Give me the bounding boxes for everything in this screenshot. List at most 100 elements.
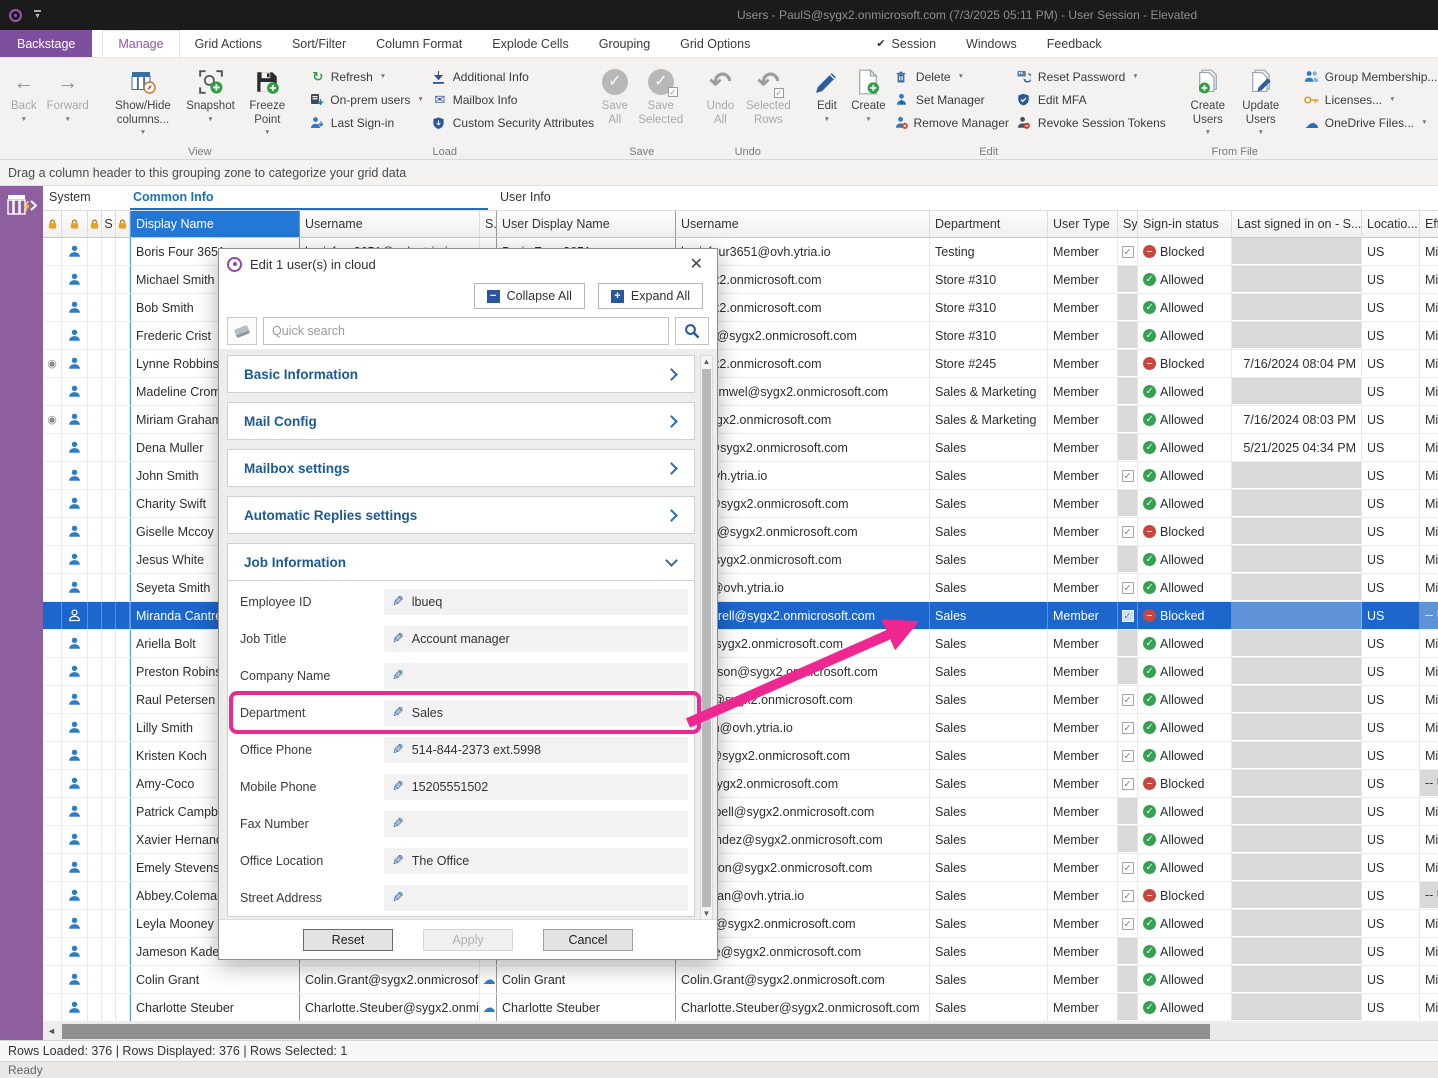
section-basic-information[interactable]: Basic Information: [227, 355, 695, 393]
column-header-location[interactable]: Locatio...: [1362, 211, 1420, 237]
band-system[interactable]: System: [49, 190, 91, 204]
column-header-sflag[interactable]: S...: [480, 211, 497, 237]
scrollbar-thumb[interactable]: [62, 1024, 1210, 1039]
column-header-display[interactable]: Display Name: [130, 211, 300, 237]
close-icon[interactable]: ✕: [684, 254, 709, 274]
tab-session[interactable]: ✔Session: [861, 30, 951, 57]
tab-manage[interactable]: Manage: [102, 30, 179, 57]
column-header-username[interactable]: Username: [300, 211, 480, 237]
on-prem-users-button[interactable]: On-prem users▼: [306, 88, 428, 111]
expand-all-button[interactable]: +Expand All: [598, 283, 703, 309]
column-header-system[interactable]: [43, 211, 62, 237]
column-header-system[interactable]: S: [102, 211, 116, 237]
column-header-effective[interactable]: Effe...: [1420, 211, 1438, 237]
collapse-all-button[interactable]: −Collapse All: [474, 283, 585, 309]
field-value[interactable]: ✎: [384, 811, 688, 837]
cell-text: Giselle Mccoy: [136, 525, 214, 539]
custom-security-attributes-button[interactable]: Custom Security Attributes: [428, 111, 598, 134]
tab-feedback[interactable]: Feedback: [1032, 30, 1117, 57]
grouping-zone[interactable]: Drag a column header to this grouping zo…: [0, 160, 1438, 186]
column-header-signin[interactable]: Sign-in status: [1138, 211, 1232, 237]
onedrive-files-button[interactable]: ☁OneDrive Files...▼: [1300, 111, 1438, 134]
field-value[interactable]: ✎Account manager: [384, 626, 688, 652]
dialog-scroll-thumb[interactable]: [702, 369, 711, 907]
refresh-button[interactable]: ↻Refresh▼: [306, 65, 428, 88]
cancel-button[interactable]: Cancel: [543, 929, 633, 951]
dialog-scrollbar[interactable]: ▲ ▼: [700, 355, 713, 919]
column-header-system[interactable]: [116, 211, 130, 237]
reset-password-button[interactable]: **Reset Password▼: [1013, 65, 1170, 88]
delete-button[interactable]: Delete▼: [891, 65, 1013, 88]
tab-column-format[interactable]: Column Format: [361, 30, 477, 57]
save-selected-button[interactable]: ✓✓ Save Selected: [634, 62, 688, 127]
quick-access-dropdown-icon[interactable]: ▼: [34, 10, 41, 20]
last-sign-in-button[interactable]: Last Sign-in: [306, 111, 428, 134]
scroll-up-icon[interactable]: ▲: [703, 356, 711, 368]
column-header-user-display[interactable]: User Display Name: [497, 211, 676, 237]
snapshot-button[interactable]: Snapshot▼: [180, 62, 241, 123]
edit-button[interactable]: Edit▼: [808, 62, 846, 123]
column-header-department[interactable]: Department: [930, 211, 1048, 237]
field-value[interactable]: ✎lbueq: [384, 589, 688, 615]
create-button[interactable]: Create▼: [846, 62, 891, 123]
tab-backstage[interactable]: Backstage: [0, 30, 92, 57]
quick-search-input[interactable]: [263, 317, 669, 345]
field-value[interactable]: ✎514-844-2373 ext.5998: [384, 737, 688, 763]
tab-windows[interactable]: Windows: [951, 30, 1032, 57]
section-job-information[interactable]: Job Information: [227, 543, 695, 581]
field-value[interactable]: ✎15205551502: [384, 774, 688, 800]
field-value[interactable]: ✎Sales: [384, 700, 688, 726]
show-hide-columns-button[interactable]: Show/Hide columns...▼: [106, 62, 180, 137]
save-all-button[interactable]: ✓ Save All: [596, 62, 634, 127]
scroll-left-icon[interactable]: ◄: [43, 1023, 60, 1040]
column-header-system[interactable]: [88, 211, 102, 237]
cell-last-signin: [1232, 770, 1362, 797]
column-header-sync[interactable]: Sy...: [1118, 211, 1138, 237]
field-value[interactable]: ✎The Office: [384, 848, 688, 874]
scroll-down-icon[interactable]: ▼: [703, 908, 711, 919]
reset-button[interactable]: Reset: [303, 929, 393, 951]
band-common-info[interactable]: Common Info: [130, 186, 488, 210]
section-mailbox-settings[interactable]: Mailbox settings: [227, 449, 695, 487]
edit-mfa-button[interactable]: Edit MFA: [1013, 88, 1170, 111]
column-header-username2[interactable]: Username: [676, 211, 930, 237]
freeze-point-button[interactable]: Freeze Point▼: [241, 62, 294, 137]
cell-text: Seyeta Smith: [136, 581, 210, 595]
forward-button[interactable]: → Forward▼: [42, 62, 94, 123]
tab-grid-actions[interactable]: Grid Actions: [180, 30, 277, 57]
undo-all-button[interactable]: ↶ Undo All: [700, 62, 741, 127]
tab-sort-filter[interactable]: Sort/Filter: [277, 30, 361, 57]
additional-info-button[interactable]: Additional Info: [428, 65, 598, 88]
column-header-last[interactable]: Last signed in on - S...: [1232, 211, 1362, 237]
section-automatic-replies-settings[interactable]: Automatic Replies settings: [227, 496, 695, 534]
remove-manager-button[interactable]: Remove Manager: [891, 111, 1013, 134]
field-value[interactable]: ✎: [384, 663, 688, 689]
set-manager-button[interactable]: Set Manager: [891, 88, 1013, 111]
apply-button[interactable]: Apply: [423, 929, 513, 951]
table-row[interactable]: Charlotte SteuberCharlotte.Steuber@sygx2…: [43, 994, 1438, 1022]
create-users-button[interactable]: Create Users▼: [1182, 62, 1234, 137]
scrollbar-track[interactable]: [60, 1023, 1438, 1040]
field-value[interactable]: ✎: [384, 885, 688, 911]
tab-explode-cells[interactable]: Explode Cells: [477, 30, 583, 57]
horizontal-scrollbar[interactable]: ◄: [43, 1022, 1438, 1040]
update-users-button[interactable]: Update Users▼: [1234, 62, 1288, 137]
cell-system: [116, 910, 130, 937]
section-mail-config[interactable]: Mail Config: [227, 402, 695, 440]
revoke-session-tokens-button[interactable]: Revoke Session Tokens: [1013, 111, 1170, 134]
clear-search-button[interactable]: [227, 317, 257, 345]
tab-grid-options[interactable]: Grid Options: [665, 30, 765, 57]
group-membership-button[interactable]: Group Membership...▼: [1300, 65, 1438, 88]
edit-pencil-icon: [814, 66, 839, 98]
licenses-button[interactable]: Licenses...▼: [1300, 88, 1438, 111]
tab-grouping[interactable]: Grouping: [584, 30, 665, 57]
undo-selected-rows-button[interactable]: ↶✓ Selected Rows: [741, 62, 796, 127]
back-button[interactable]: ← Back▼: [6, 62, 42, 123]
table-row[interactable]: Colin GrantColin.Grant@sygx2.onmicrosof☁…: [43, 966, 1438, 994]
column-header-system[interactable]: [62, 211, 88, 237]
mailbox-info-button[interactable]: ✉Mailbox Info: [428, 88, 598, 111]
column-header-user-type[interactable]: User Type: [1048, 211, 1118, 237]
grid-tools-icon[interactable]: [7, 193, 37, 217]
search-button[interactable]: [675, 317, 709, 345]
band-user-info[interactable]: User Info: [500, 190, 551, 204]
